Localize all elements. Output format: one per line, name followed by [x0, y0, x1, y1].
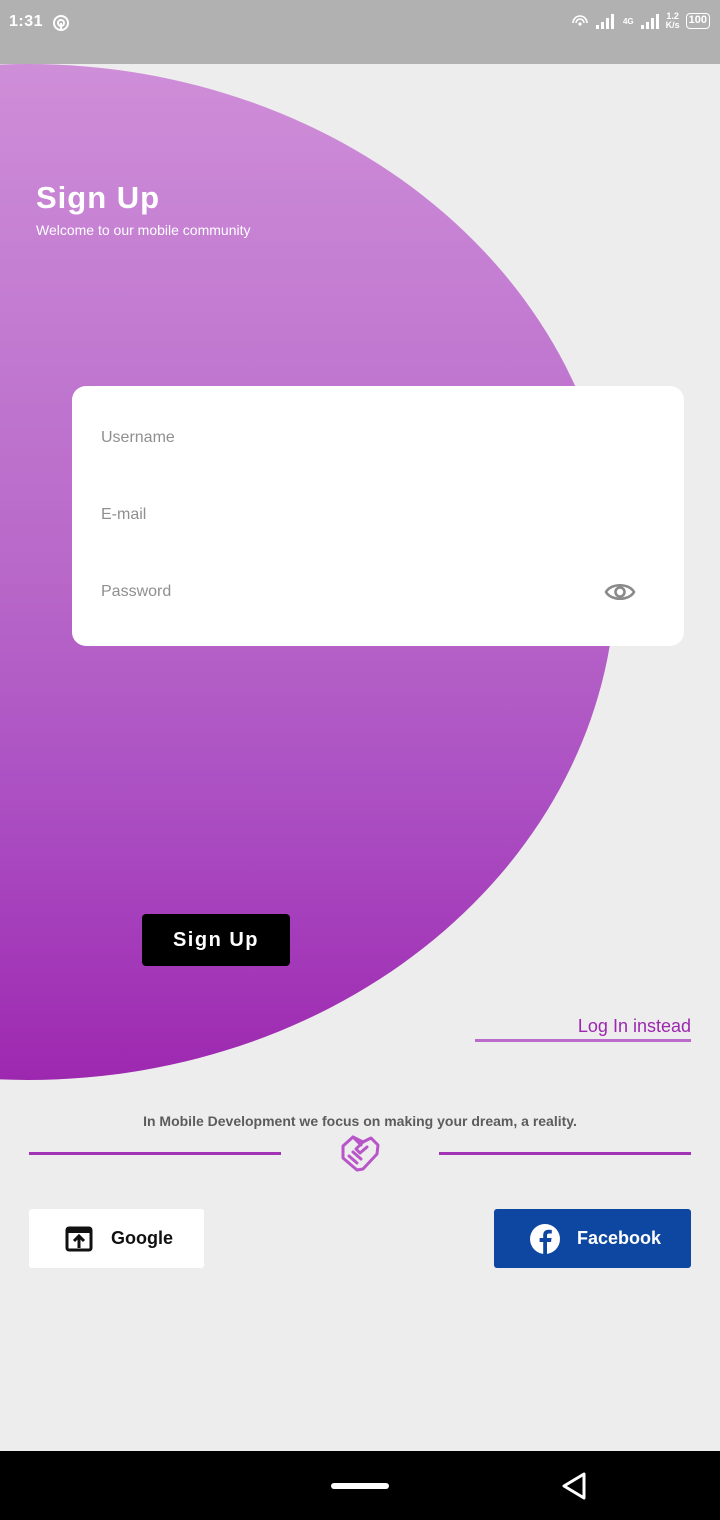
home-gesture-pill[interactable]	[331, 1483, 389, 1489]
google-label: Google	[111, 1228, 173, 1248]
battery-indicator: 100	[685, 13, 710, 29]
eye-icon[interactable]	[604, 580, 636, 604]
facebook-button[interactable]: Facebook	[494, 1209, 691, 1268]
page-title: Sign Up	[36, 180, 161, 215]
wifi-calling-icon	[572, 15, 588, 26]
google-button[interactable]: Google	[29, 1209, 204, 1268]
signal-icon-2	[640, 14, 659, 29]
page-subtitle: Welcome to our mobile community	[36, 222, 251, 238]
back-icon[interactable]	[560, 1471, 588, 1501]
login-instead-link[interactable]: Log In instead	[475, 1016, 691, 1042]
open-in-browser-icon	[65, 1226, 93, 1251]
status-indicators: 4G 1.2 K/s 100	[571, 12, 710, 30]
network-type: 4G	[622, 16, 634, 26]
hotspot-icon	[53, 15, 69, 31]
status-bar: 1:31 4G 1.2 K/s 100	[0, 0, 720, 64]
facebook-label: Facebook	[577, 1228, 662, 1248]
tagline: In Mobile Development we focus on making…	[143, 1113, 577, 1129]
signup-form-card	[72, 386, 684, 646]
email-field[interactable]	[101, 495, 661, 535]
divider-left	[29, 1152, 281, 1155]
system-nav-bar	[0, 1451, 720, 1520]
net-speed: 1.2 K/s	[666, 12, 680, 30]
username-field[interactable]	[101, 418, 661, 458]
signup-button[interactable]: Sign Up	[142, 914, 290, 966]
status-time: 1:31	[9, 13, 44, 30]
net-speed-unit: K/s	[665, 20, 680, 30]
divider-right	[439, 1152, 691, 1155]
password-field[interactable]	[101, 572, 581, 612]
signal-icon	[595, 14, 614, 29]
handshake-icon	[341, 1135, 380, 1172]
facebook-icon	[530, 1223, 560, 1254]
